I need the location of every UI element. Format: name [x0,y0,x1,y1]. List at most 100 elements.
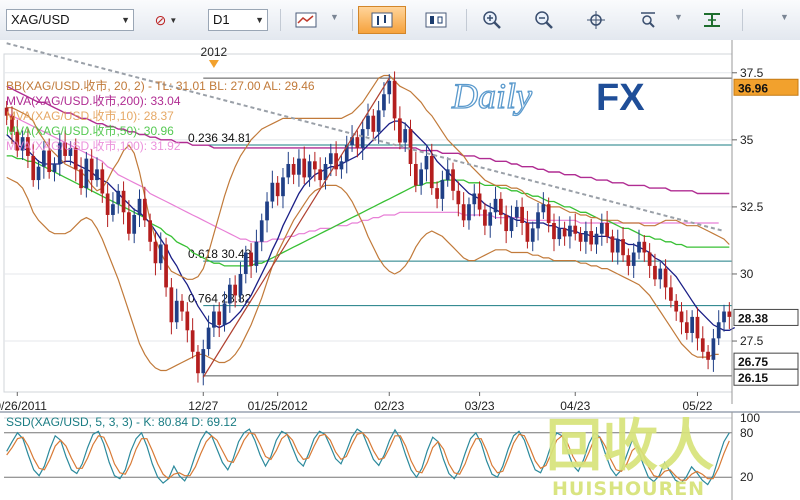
candle-body [700,338,705,352]
year-marker-label: 2012 [201,45,228,59]
chevron-down-icon[interactable]: ▼ [674,12,683,22]
candle-body [419,169,423,186]
candle-body [690,316,695,333]
candle-body [435,188,439,199]
chevron-down-icon: ▼ [121,15,130,25]
candle-body [169,287,174,323]
candle-body [429,155,434,189]
separator [742,9,743,31]
y-tick-label: 37.5 [740,66,764,80]
candle-body [297,158,301,175]
candle-body [153,241,158,264]
candle-body [164,244,168,288]
candle-body [525,223,530,242]
candle-body [578,233,583,242]
separator [280,9,281,31]
dailyfx-logo: Daily FX [450,75,645,119]
candle-body [605,223,609,237]
y-tick-label: 35 [740,133,754,147]
crosshair-button[interactable] [580,7,612,33]
candle-body [408,129,413,164]
candle-body [158,244,163,264]
candle-body [716,322,721,339]
x-tick-label: 02/23 [374,399,404,413]
candle-body [132,214,137,234]
candle-body [599,223,604,234]
fib-level-label: 0.618 30.48 [188,247,252,261]
fib-level-label: 0.236 34.81 [188,131,252,145]
candle-body [47,150,52,173]
price-tag-label: 28.38 [738,311,768,325]
candle-body [360,129,365,148]
link-icon: ⊘ [154,11,167,28]
candle-body [137,198,142,215]
candle-body [472,193,477,205]
zoom-in-button[interactable] [476,7,508,33]
line-chart-icon [295,12,317,28]
candle-body [498,198,503,215]
candle-body [318,169,323,181]
candle-body [684,322,689,333]
chevron-down-icon[interactable]: ▼ [330,12,339,22]
candle-body [626,255,631,266]
candle-body [127,212,131,234]
candle-body [488,212,493,226]
candle-body [637,241,641,253]
candle-body [536,212,540,229]
candle-body [265,201,269,221]
link-toggle-button[interactable]: ⊘ ▼ [146,7,186,33]
candle-body [121,190,126,213]
candle-body [711,338,716,360]
symbol-select[interactable]: XAG/USD ▼ [6,9,134,31]
candle-body [669,287,673,301]
candle-body [642,241,647,253]
candle-body [84,158,89,189]
candle-body [302,158,307,178]
crosshair-icon [587,11,605,29]
chart-toolbar: XAG/USD ▼ ⊘ ▼ D1 ▼ ▼ ▼ ▼ [0,0,800,41]
candle-body [530,228,535,242]
separator [466,9,467,31]
timeframe-value: D1 [213,12,230,27]
candle-body [541,204,546,213]
candle-body [249,252,253,266]
chevron-down-icon[interactable]: ▼ [780,12,789,22]
logo-daily: Daily [451,76,532,116]
candle-body [504,214,509,232]
candle-body [142,198,147,221]
candle-body [461,204,466,221]
candle-body [695,316,700,339]
price-tag-label: 26.15 [738,371,768,385]
price-tag-label: 36.96 [738,81,768,95]
line-chart-button[interactable] [290,7,322,33]
indicator-button[interactable] [632,7,664,33]
candle-body [105,193,110,215]
candle-body [727,311,732,317]
candle-body [467,204,471,221]
x-tick-label: 12/27 [188,399,218,413]
candle-body [568,225,572,237]
candle-body [376,110,381,132]
candle-body [275,182,280,197]
legend-entry: BB(XAG/USD.收市, 20, 2) - TL: 31.01 BL: 27… [6,78,315,93]
bar-chart-button[interactable] [358,6,406,34]
candle-body [483,209,487,226]
candle-body [403,129,408,143]
candle-body [148,220,152,242]
candle-body [621,239,625,256]
x-tick-label: 03/23 [465,399,495,413]
candle-body [328,153,333,164]
candle-body [233,284,238,296]
candle-body [615,239,620,253]
candle-body [610,236,615,253]
candle-body [445,169,450,181]
candle-body [313,161,317,170]
watermark: 回收人 HUISHOUREN [546,414,714,500]
zoom-out-button[interactable] [528,7,560,33]
timeframe-select[interactable]: D1 ▼ [208,9,268,31]
candle-chart-button[interactable] [420,7,452,33]
price-tag-label: 26.75 [738,355,768,369]
chevron-down-icon: ▼ [169,15,178,25]
draw-tool-button[interactable] [696,7,728,33]
symbol-value: XAG/USD [11,12,70,27]
